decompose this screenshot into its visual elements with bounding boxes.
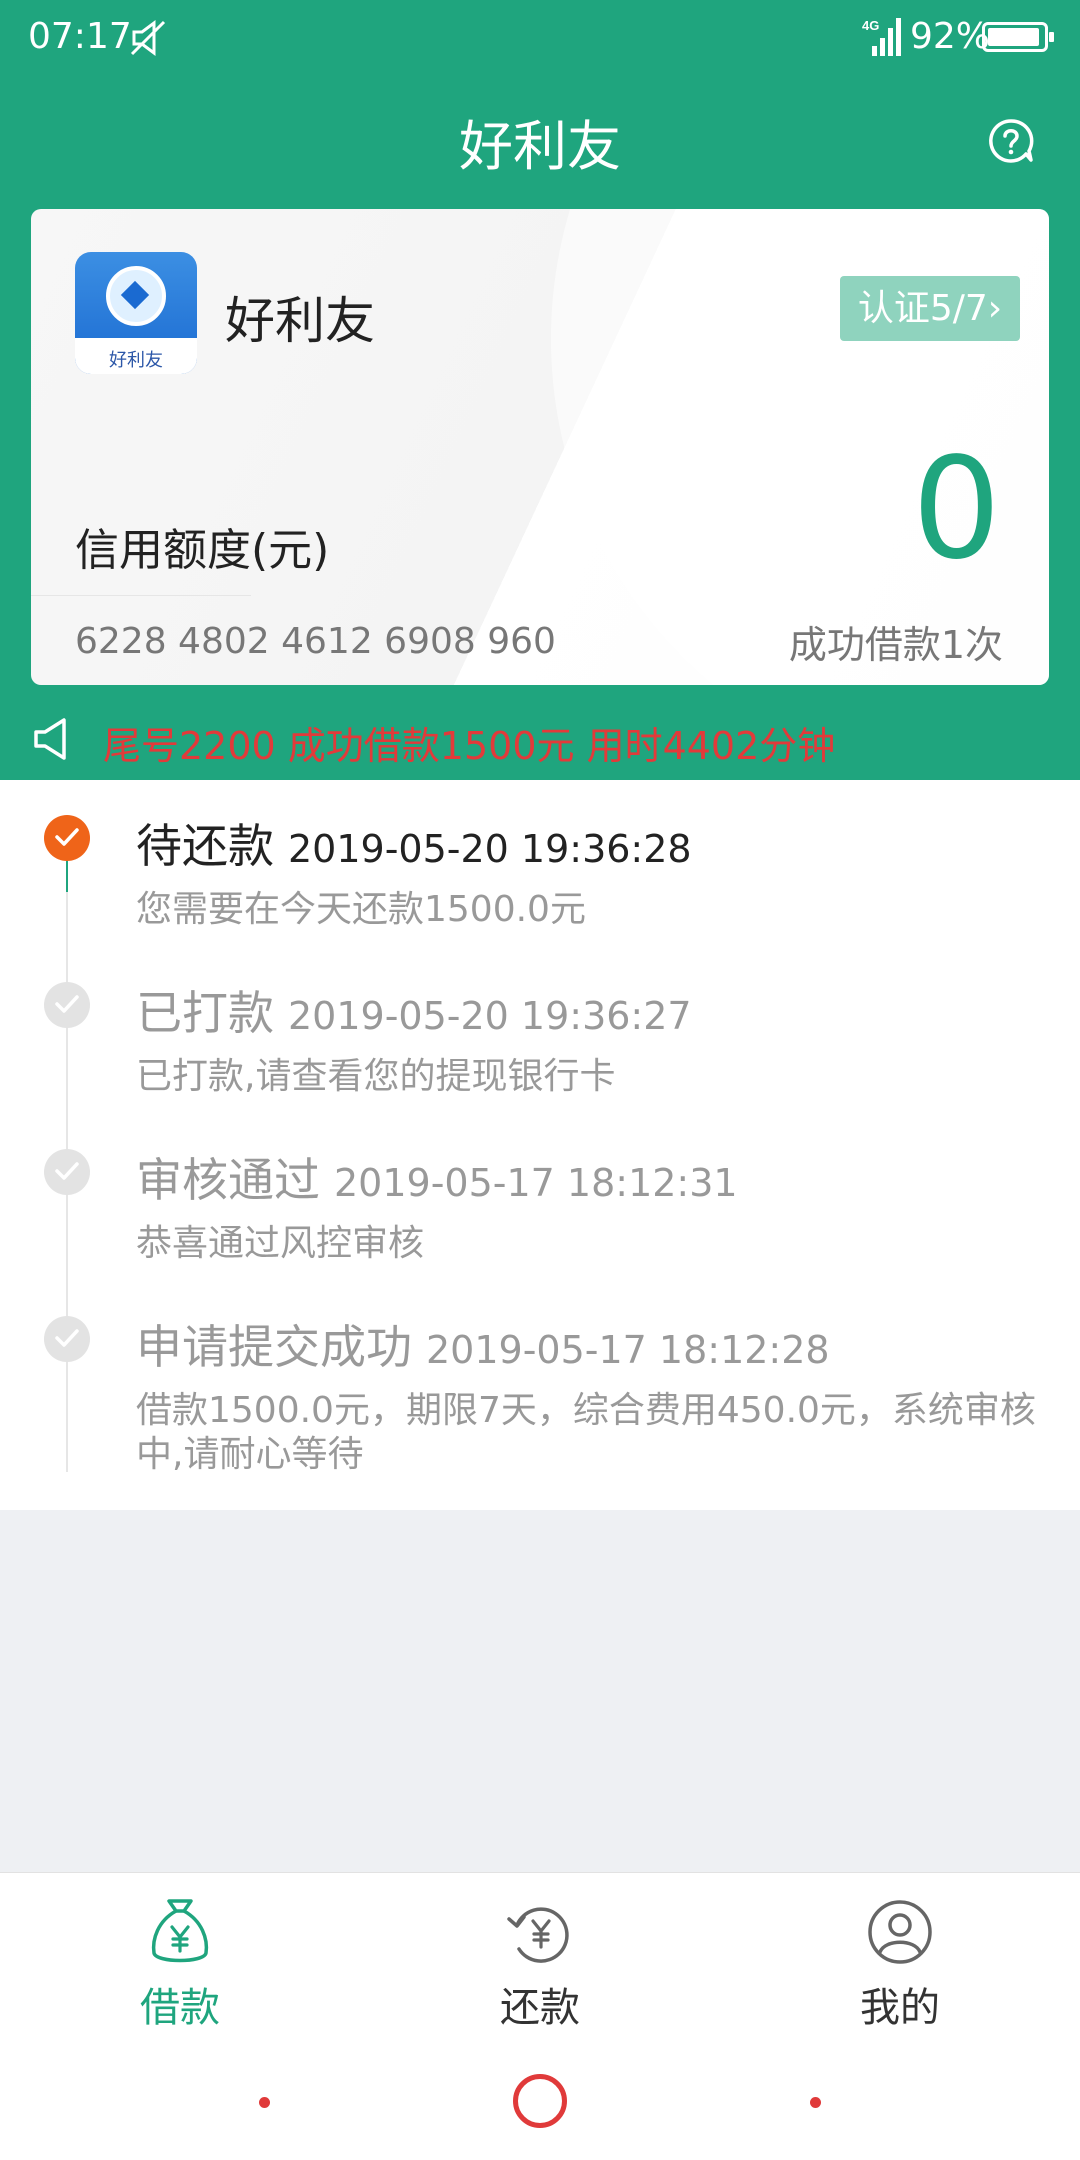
user-icon [868,1900,932,1964]
home-button[interactable] [513,2074,567,2128]
loan-timeline: 待还款 2019-05-20 19:36:28 您需要在今天还款1500.0元 已… [0,780,1080,1510]
status-time: 07:17 [28,16,132,57]
money-bag-icon [151,1899,209,1963]
mute-icon [130,20,166,56]
header: 07:17 4G 92% 好利友 好利友 好利友 认证5/7› 信用额度(元) … [0,0,1080,780]
timeline-check-icon [44,982,90,1028]
nav-label: 借款 [140,1985,220,2031]
signal-icon: 4G [862,18,901,56]
battery-icon [982,22,1054,52]
timeline-check-icon [44,815,90,861]
credit-limit-amount: 0 [911,428,1001,591]
timeline-desc: 您需要在今天还款1500.0元 [136,889,586,930]
timeline-datetime: 2019-05-17 18:12:28 [426,1328,830,1372]
bank-card-number: 6228 4802 4612 6908 960 [75,621,556,662]
timeline-check-icon [44,1316,90,1362]
nav-label: 我的 [860,1985,940,2031]
back-button[interactable] [259,2097,270,2108]
system-nav-bar [0,2041,1080,2160]
timeline-datetime: 2019-05-20 19:36:27 [288,994,692,1038]
credit-limit-label: 信用额度(元) [75,525,330,576]
logo-text: 好利友 [109,350,163,371]
notice-text: 尾号2200 成功借款1500元 用时4402分钟 [103,724,836,768]
network-type: 4G [862,18,879,33]
success-loan-count: 成功借款1次 [788,623,1003,667]
nav-tab-mine[interactable]: 我的 [720,1897,1080,2033]
timeline-item: 审核通过 2019-05-17 18:12:31 [136,1144,738,1210]
speaker-icon [34,718,66,760]
timeline-desc: 恭喜通过风控审核 [136,1223,425,1264]
timeline-check-icon [44,1149,90,1195]
battery-percent: 92% [910,16,991,57]
card-divider [31,595,251,596]
timeline-desc: 借款1500.0元，期限7天，综合费用450.0元，系统审核中,请耐心等待 [136,1390,1036,1475]
nav-label: 还款 [500,1985,580,2031]
timeline-title: 申请提交成功 [136,1320,412,1374]
timeline-item: 已打款 2019-05-20 19:36:27 [136,977,692,1043]
chevron-right-icon: › [987,288,1003,329]
nav-tab-repay[interactable]: 还款 [360,1897,720,2033]
timeline-title: 已打款 [136,986,274,1040]
nav-tab-borrow[interactable]: 借款 [0,1897,360,2033]
timeline-item: 申请提交成功 2019-05-17 18:12:28 [136,1311,830,1377]
certification-button[interactable]: 认证5/7› [840,276,1020,341]
page-title: 好利友 [459,115,621,178]
credit-card: 好利友 好利友 认证5/7› 信用额度(元) 0 6228 4802 4612 … [31,209,1049,685]
certification-label: 认证5/7 [857,288,988,329]
timeline-title: 待还款 [136,819,274,873]
timeline-title: 审核通过 [136,1153,320,1207]
timeline-desc: 已打款,请查看您的提现银行卡 [136,1056,616,1097]
repay-icon [507,1907,569,1963]
notice-bar: 尾号2200 成功借款1500元 用时4402分钟 [0,705,1080,775]
bottom-nav: 借款 还款 我的 [0,1872,1080,2042]
help-icon[interactable] [988,118,1034,164]
timeline-datetime: 2019-05-20 19:36:28 [288,827,692,871]
timeline-item: 待还款 2019-05-20 19:36:28 [136,810,692,876]
app-logo: 好利友 [75,252,197,374]
status-bar: 07:17 4G 92% [0,0,1080,78]
timeline-datetime: 2019-05-17 18:12:31 [334,1161,738,1205]
recents-button[interactable] [810,2097,821,2108]
card-app-name: 好利友 [225,292,375,350]
